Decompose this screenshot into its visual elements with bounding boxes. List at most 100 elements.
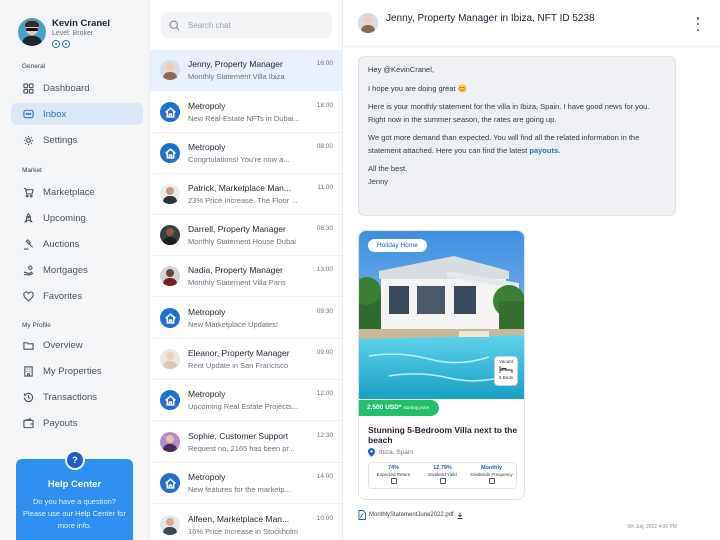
chat-time: 12:00 — [316, 390, 333, 397]
chat-name: Darrell, Property Manager — [188, 224, 286, 234]
profile-name: Kevin Cranel — [52, 18, 111, 29]
wallet-icon — [23, 417, 34, 429]
chat-item[interactable]: Jenny, Property Manager Monthly Statemen… — [150, 50, 342, 91]
help-center-card[interactable]: ? Help Center Do you have a question? Pl… — [16, 450, 133, 540]
user-profile[interactable]: Kevin Cranel Level: Broker — [18, 18, 110, 48]
sidebar: Kevin Cranel Level: Broker General Dashb… — [0, 0, 150, 540]
property-card[interactable]: Holiday Home Vacant 5 Beds 2,500 USD* sta… — [358, 230, 525, 500]
section-label-my-profile: My Profile — [22, 322, 51, 329]
building-icon — [23, 365, 34, 377]
sidebar-item-label: Upcoming — [43, 212, 86, 224]
sidebar-item-overview[interactable]: Overview — [11, 334, 143, 356]
history-icon — [23, 392, 34, 403]
search-input[interactable] — [188, 20, 318, 30]
chat-name: Eleanor, Property Manager — [188, 348, 290, 358]
message-signature: Jenny — [368, 176, 389, 186]
badge-icon — [52, 40, 60, 48]
badge-icon — [62, 40, 70, 48]
chat-item[interactable]: Metropoly Upcoming Real Estate Projects.… — [150, 380, 342, 421]
hand-coins-icon — [23, 265, 34, 276]
download-icon[interactable] — [457, 512, 463, 519]
sidebar-item-label: My Properties — [43, 365, 102, 377]
payouts-link[interactable]: payouts. — [529, 146, 560, 155]
chat-preview: 23% Price Increase. The Floor ... — [188, 196, 298, 205]
chat-name: Nadia, Property Manager — [188, 265, 283, 275]
location-pin-icon — [368, 448, 375, 457]
sidebar-item-favorites[interactable]: Favorites — [11, 285, 143, 307]
attachment-link[interactable]: MonthlyStatementJune2022.pdf — [358, 510, 463, 520]
sidebar-item-label: Marketplace — [43, 186, 95, 198]
sidebar-item-dashboard[interactable]: Dashboard — [11, 77, 143, 99]
chat-time: 18:00 — [316, 102, 333, 109]
search-icon — [169, 20, 180, 31]
sidebar-item-transactions[interactable]: Transactions — [11, 386, 143, 408]
grid-icon — [23, 82, 34, 94]
chat-preview: Monthly Statement Villa Paris — [188, 278, 286, 287]
stat-dividends-frequency: Monthly Dividends Frequency — [467, 463, 516, 488]
sidebar-item-payouts[interactable]: Payouts — [11, 412, 143, 434]
chart-icon — [439, 478, 446, 484]
help-title: Help Center — [47, 479, 102, 490]
chat-item[interactable]: Nadia, Property Manager Monthly Statemen… — [150, 256, 342, 297]
sidebar-item-mortgages[interactable]: Mortgages — [11, 259, 143, 281]
chat-item[interactable]: Sophie, Customer Support Request no. 216… — [150, 422, 342, 463]
avatar — [160, 515, 180, 535]
chat-time: 09:00 — [316, 349, 333, 356]
conversation-panel: Jenny, Property Manager in Ibiza, NFT ID… — [343, 0, 720, 540]
sidebar-item-label: Settings — [43, 134, 78, 146]
chat-name: Metropoly — [188, 101, 226, 111]
profile-level: Level: Broker — [52, 30, 94, 37]
message-line: I hope you are doing great 😊 — [368, 83, 467, 93]
chat-item[interactable]: Darrell, Property Manager Monthly Statem… — [150, 215, 342, 256]
chat-item[interactable]: Patrick, Marketplace Man... 23% Price In… — [150, 174, 342, 215]
question-icon: ? — [65, 450, 85, 470]
chat-name: Patrick, Marketplace Man... — [188, 183, 291, 193]
chat-item[interactable]: Alfeen, Marketplace Man... 16% Price Inc… — [150, 505, 342, 540]
chat-name: Metropoly — [188, 472, 226, 482]
sidebar-item-settings[interactable]: Settings — [11, 129, 143, 151]
message-signoff: All the best, — [368, 164, 408, 173]
vacancy-badge: Vacant 5 Beds — [494, 356, 518, 386]
avatar — [18, 18, 46, 46]
sidebar-item-auctions[interactable]: Auctions — [11, 233, 143, 255]
stat-expected-return: 74% Expected Return — [369, 463, 418, 488]
sidebar-item-label: Overview — [43, 339, 83, 351]
pdf-file-icon — [358, 510, 366, 520]
chat-time: 09:30 — [316, 308, 333, 315]
metropoly-logo-icon — [160, 390, 180, 410]
property-title: Stunning 5-Bedroom Villa next to the bea… — [368, 425, 518, 445]
chat-preview: Monthly Statement House Dubai — [188, 237, 296, 246]
chat-preview: New Real-Estate NFTs in Dubai... — [188, 114, 300, 123]
chat-time: 13:00 — [316, 266, 333, 273]
avatar — [160, 432, 180, 452]
chat-item[interactable]: Metropoly Congrtulations! You're now a..… — [150, 133, 342, 174]
chat-time: 14:00 — [316, 473, 333, 480]
sidebar-item-label: Favorites — [43, 290, 83, 302]
sidebar-item-my-properties[interactable]: My Properties — [11, 360, 143, 382]
avatar — [160, 225, 180, 245]
avatar — [160, 60, 180, 80]
avatar — [160, 184, 180, 204]
metropoly-logo-icon — [160, 308, 180, 328]
more-options-icon[interactable] — [695, 17, 701, 31]
chat-preview: New Marketplace Updates! — [188, 320, 279, 329]
chat-time: 11:00 — [317, 184, 333, 191]
search-box[interactable] — [161, 12, 332, 38]
conversation-header: Jenny, Property Manager in Ibiza, NFT ID… — [343, 0, 720, 47]
sidebar-item-inbox[interactable]: Inbox — [11, 103, 143, 125]
sidebar-item-label: Transactions — [43, 391, 98, 403]
sidebar-item-marketplace[interactable]: Marketplace — [11, 181, 143, 203]
holiday-home-tag[interactable]: Holiday Home — [368, 239, 427, 252]
chat-item[interactable]: Metropoly New features for the marketp..… — [150, 463, 342, 504]
chat-item[interactable]: Metropoly New Real-Estate NFTs in Dubai.… — [150, 92, 342, 133]
sidebar-item-upcoming[interactable]: Upcoming — [11, 207, 143, 229]
chat-item[interactable]: Eleanor, Property Manager Rent Update in… — [150, 339, 342, 380]
message-line: We got more demand than expected. You wi… — [368, 133, 640, 155]
metropoly-logo-icon — [160, 143, 180, 163]
chat-time: 16:00 — [316, 60, 333, 67]
chat-item[interactable]: Metropoly New Marketplace Updates! 09:30 — [150, 298, 342, 339]
chat-name: Alfeen, Marketplace Man... — [188, 514, 290, 524]
section-label-market: Market — [22, 167, 42, 174]
property-location: Ibiza, Spain — [368, 448, 413, 457]
gear-icon — [23, 135, 34, 146]
